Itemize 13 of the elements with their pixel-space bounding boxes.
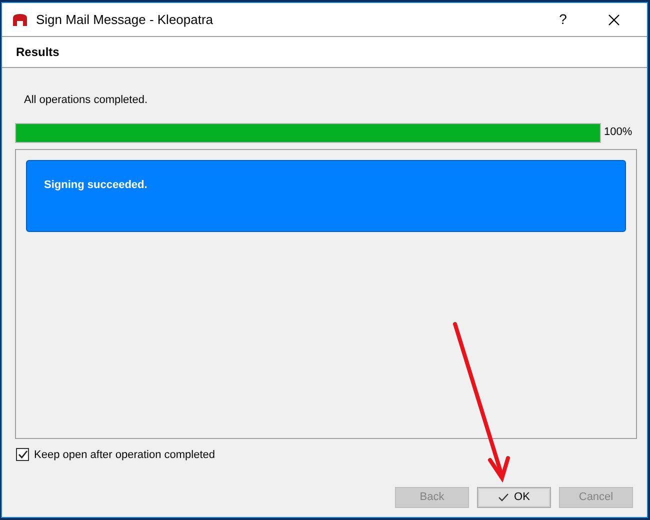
window-title: Sign Mail Message - Kleopatra (36, 10, 214, 29)
keep-open-checkbox[interactable] (16, 448, 29, 462)
close-icon (608, 14, 620, 26)
dialog-button[interactable]: OK (477, 487, 551, 508)
status-text: All operations completed. (24, 93, 149, 108)
checkmark-icon (18, 450, 28, 460)
app-icon (12, 12, 28, 26)
progress-percent: 100% (604, 125, 632, 140)
result-message: Signing succeeded. (26, 160, 626, 232)
page-title: Results (16, 44, 60, 61)
checkmark-icon (498, 493, 510, 502)
help-button[interactable]: ? (543, 9, 583, 30)
keep-open-label: Keep open after operation completed (34, 448, 216, 462)
